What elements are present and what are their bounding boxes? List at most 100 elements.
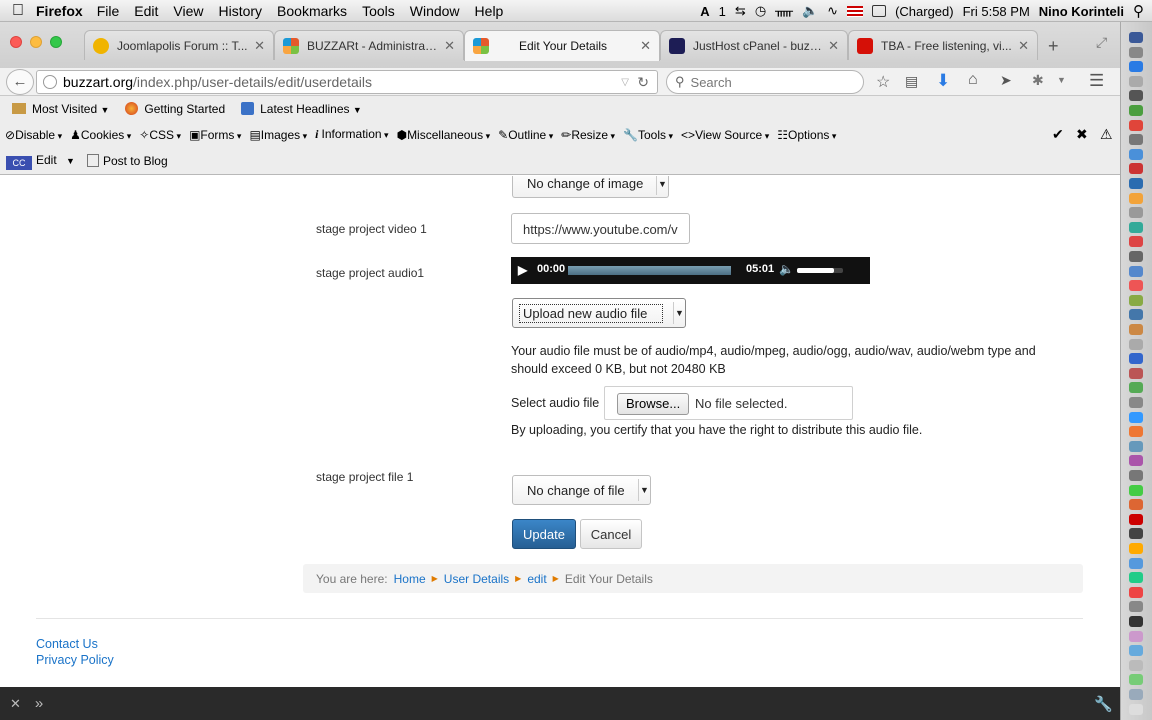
check-icon[interactable]: ✔	[1052, 126, 1064, 143]
dev-disable[interactable]: ⊘Disable	[5, 128, 62, 142]
dev-miscellaneous[interactable]: ⬢Miscellaneous	[397, 128, 491, 142]
image-select[interactable]: No change of image ▼	[512, 176, 669, 198]
sidebar-extension-icon[interactable]	[1129, 645, 1143, 657]
volume-slider[interactable]	[797, 268, 843, 273]
sidebar-extension-icon[interactable]	[1129, 703, 1143, 715]
menu-tools[interactable]: Tools	[362, 3, 395, 19]
sidebar-extension-icon[interactable]	[1129, 572, 1143, 584]
close-tab-icon[interactable]: ✕	[254, 38, 265, 54]
sidebar-extension-icon[interactable]	[1129, 353, 1143, 365]
sidebar-extension-icon[interactable]	[1129, 630, 1143, 642]
sidebar-extension-icon[interactable]	[1129, 484, 1143, 496]
browse-button[interactable]: Browse...	[617, 393, 690, 415]
breadcrumb-home[interactable]: Home	[394, 572, 426, 586]
reading-list-icon[interactable]: ▤	[905, 73, 918, 90]
sidebar-extension-icon[interactable]	[1129, 440, 1143, 452]
send-icon[interactable]: ➤	[1000, 72, 1012, 89]
sidebar-extension-icon[interactable]	[1129, 601, 1143, 613]
sidebar-extension-icon[interactable]	[1129, 411, 1143, 423]
home-icon[interactable]: ⌂	[968, 71, 978, 89]
breadcrumb-user-details[interactable]: User Details	[444, 572, 509, 586]
sidebar-extension-icon[interactable]	[1129, 586, 1143, 598]
time-machine-icon[interactable]: ◷	[755, 3, 766, 19]
wifi-icon[interactable]: ∿	[827, 3, 838, 19]
sidebar-extension-icon[interactable]	[1129, 207, 1143, 219]
sidebar-extension-icon[interactable]	[1129, 90, 1143, 102]
sidebar-extension-icon[interactable]	[1129, 455, 1143, 467]
sidebar-extension-icon[interactable]	[1129, 46, 1143, 58]
dev-tools[interactable]: 🔧Tools	[623, 128, 673, 142]
dev-forms[interactable]: ▣Forms	[189, 128, 241, 142]
sidebar-extension-icon[interactable]	[1129, 674, 1143, 686]
adobe-icon[interactable]: A	[700, 4, 709, 19]
cancel-button[interactable]: Cancel	[580, 519, 642, 549]
sidebar-extension-icon[interactable]	[1129, 616, 1143, 627]
privacy-policy-link[interactable]: Privacy Policy	[36, 653, 114, 667]
wrench-icon[interactable]: 🔧	[1094, 695, 1113, 713]
sidebar-extension-icon[interactable]	[1129, 105, 1143, 116]
tab-tba-lastfm[interactable]: TBA - Free listening, vi... ✕	[848, 30, 1038, 60]
warning-icon[interactable]: ⚠	[1100, 126, 1113, 143]
menu-app-firefox[interactable]: Firefox	[36, 3, 83, 19]
volume-icon[interactable]: 🔈	[779, 262, 794, 276]
expand-icon[interactable]: »	[35, 695, 43, 712]
sidebar-extension-icon[interactable]	[1129, 134, 1143, 146]
sidebar-extension-icon[interactable]	[1129, 280, 1143, 292]
minimize-window-button[interactable]	[30, 36, 42, 48]
close-addon-bar-icon[interactable]: ✕	[10, 696, 21, 712]
sidebar-extension-icon[interactable]	[1129, 543, 1143, 554]
menu-file[interactable]: File	[97, 3, 120, 19]
search-bar[interactable]: ⚲ Search	[666, 70, 864, 94]
sidebar-extension-icon[interactable]	[1129, 251, 1143, 262]
sync-icon[interactable]: ⇆	[735, 3, 746, 19]
fullscreen-icon[interactable]: ⤢	[1096, 34, 1107, 51]
menu-edit[interactable]: Edit	[134, 3, 158, 19]
sidebar-extension-icon[interactable]	[1129, 192, 1143, 204]
dev-css[interactable]: ✧CSS	[139, 128, 181, 142]
sidebar-extension-icon[interactable]	[1129, 324, 1143, 335]
tab-edit-your-details[interactable]: Edit Your Details ✕	[464, 30, 660, 61]
bluetooth-icon[interactable]: ᚅ	[775, 3, 793, 19]
close-icon[interactable]: ✖	[1076, 126, 1088, 143]
audio-file-input[interactable]: Browse... No file selected.	[604, 386, 853, 420]
spotlight-icon[interactable]: ⚲	[1133, 2, 1144, 20]
volume-icon[interactable]: 🔈	[802, 3, 818, 19]
play-icon[interactable]: ▶	[518, 263, 527, 277]
sidebar-extension-icon[interactable]	[1129, 397, 1143, 408]
search-input[interactable]: Search	[691, 75, 732, 90]
dev-outline[interactable]: ✎Outline	[498, 128, 553, 142]
file-select[interactable]: No change of file ▼	[512, 475, 651, 505]
dev-view-source[interactable]: <>View Source	[681, 128, 769, 142]
reload-icon[interactable]: ↻	[637, 74, 649, 91]
sidebar-extension-icon[interactable]	[1129, 75, 1143, 87]
menu-history[interactable]: History	[218, 3, 262, 19]
tab-justhost-cpanel[interactable]: JustHost cPanel - buzz... ✕	[660, 30, 848, 60]
sidebar-extension-icon[interactable]	[1129, 528, 1143, 540]
bookmark-most-visited[interactable]: Most Visited ▼	[12, 102, 109, 116]
new-tab-plus-icon[interactable]: +	[1048, 36, 1059, 57]
tab-buzzart-admin[interactable]: BUZZARt - Administrat... ✕	[274, 30, 464, 60]
dev-images[interactable]: ▤Images	[249, 128, 307, 142]
sidebar-extension-icon[interactable]	[1129, 294, 1143, 306]
close-tab-icon[interactable]: ✕	[444, 38, 455, 54]
battery-icon[interactable]	[872, 5, 887, 17]
url-bar[interactable]: buzzart.org /index.php/user-details/edit…	[36, 70, 658, 94]
sidebar-extension-icon[interactable]	[1129, 61, 1143, 73]
close-tab-icon[interactable]: ✕	[828, 38, 839, 54]
tab-joomlapolis[interactable]: Joomlapolis Forum :: T... ✕	[84, 30, 274, 60]
sidebar-extension-icon[interactable]	[1129, 499, 1143, 511]
back-button[interactable]: ←	[6, 69, 34, 95]
sidebar-extension-icon[interactable]	[1129, 557, 1143, 569]
contact-us-link[interactable]: Contact Us	[36, 637, 98, 651]
menu-bookmarks[interactable]: Bookmarks	[277, 3, 347, 19]
audio-select[interactable]: Upload new audio file ▼	[512, 298, 686, 328]
flag-icon[interactable]	[847, 5, 864, 17]
sidebar-extension-icon[interactable]	[1129, 178, 1143, 189]
close-window-button[interactable]	[10, 36, 22, 48]
sidebar-extension-icon[interactable]	[1129, 265, 1143, 277]
close-tab-icon[interactable]: ✕	[1018, 38, 1029, 54]
sidebar-extension-icon[interactable]	[1129, 236, 1143, 248]
sidebar-extension-icon[interactable]	[1129, 689, 1143, 700]
menu-help[interactable]: Help	[475, 3, 504, 19]
sidebar-extension-icon[interactable]	[1129, 119, 1143, 131]
